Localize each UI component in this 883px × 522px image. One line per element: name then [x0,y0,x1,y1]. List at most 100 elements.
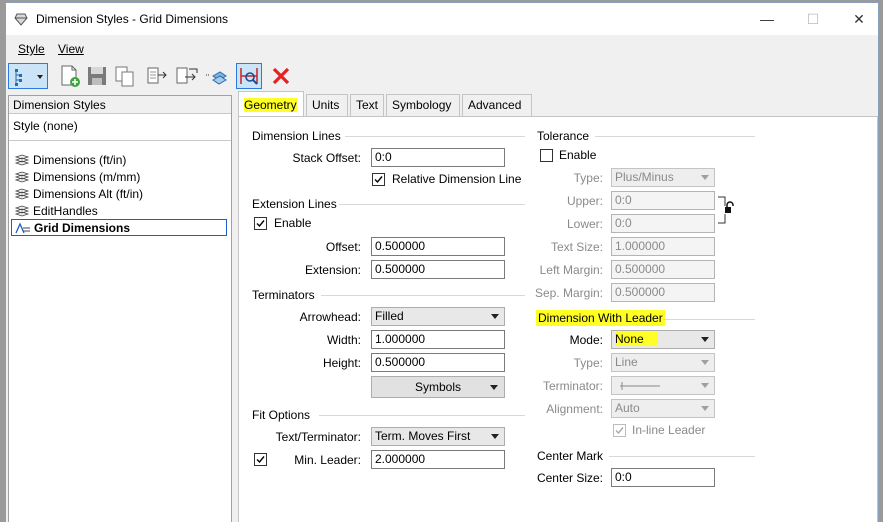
inline-leader-checkbox[interactable] [613,424,626,437]
tab-text[interactable]: Text [350,94,384,116]
sep-margin-label: Sep. Margin: [534,286,603,300]
inline-leader-label: In-line Leader [632,423,706,437]
relative-dimension-line-checkbox[interactable] [372,173,385,186]
arrowhead-value: Filled [375,309,404,323]
close-button[interactable]: ✕ [836,3,878,35]
upper-label: Upper: [566,194,603,208]
alignment-dropdown[interactable]: Auto [611,399,715,418]
extension-label: Extension: [304,263,361,277]
delete-style-button[interactable] [269,63,293,89]
extension-lines-enable-checkbox[interactable] [254,217,267,230]
offset-label: Offset: [325,240,361,254]
group-dimension-lines-title: Dimension Lines [252,129,341,143]
min-leader-input[interactable]: 2.000000 [371,450,505,469]
import-button[interactable] [204,63,228,89]
leader-type-dropdown[interactable]: Line [611,353,715,372]
tab-geometry-label: Geometry [244,98,297,112]
style-item-dimensions-m-mm[interactable]: Dimensions (m/mm) [11,169,227,186]
menu-style-label: Style [18,42,45,56]
text-size-input[interactable]: 1.000000 [611,237,715,256]
tolerance-enable-checkbox[interactable] [540,149,553,162]
tab-units[interactable]: Units [306,94,348,116]
style-item-dimensions-ft-in[interactable]: Dimensions (ft/in) [11,152,227,169]
style-item-label: Grid Dimensions [34,221,131,235]
style-item-edithandles[interactable]: EditHandles [11,203,227,220]
toolbar [6,61,878,93]
left-margin-label: Left Margin: [539,263,603,277]
left-margin-input[interactable]: 0.500000 [611,260,715,279]
dialog-window: Dimension Styles - Grid Dimensions — ☐ ✕… [5,2,879,522]
leader-type-value: Line [615,355,638,369]
tolerance-type-dropdown[interactable]: Plus/Minus [611,168,715,187]
export-button[interactable] [175,63,199,89]
pane-divider [9,140,231,141]
tree-view-button[interactable] [8,63,48,89]
import-icon [206,71,227,85]
minimize-icon: — [760,11,774,27]
copy-style-button[interactable] [113,63,137,89]
width-input[interactable]: 1.000000 [371,330,505,349]
arrowhead-dropdown[interactable]: Filled [371,307,505,326]
min-leader-label: Min. Leader: [294,453,361,467]
new-style-button[interactable] [58,63,82,89]
menu-style[interactable]: Style [18,42,45,56]
style-item-grid-dimensions[interactable]: Grid Dimensions [11,219,227,236]
maximize-icon: ☐ [806,11,820,27]
group-terminators-title: Terminators [252,288,315,302]
extension-input[interactable]: 0.500000 [371,260,505,279]
new-style-icon [61,65,80,87]
symbols-button[interactable]: Symbols [371,376,505,398]
lower-input[interactable]: 0:0 [611,214,715,233]
tab-advanced[interactable]: Advanced [462,94,532,116]
leader-mode-dropdown[interactable]: None [611,330,715,349]
text-terminator-label: Text/Terminator: [275,430,361,444]
style-settings-pane: Geometry Units Text Symbology Advanced D… [236,91,878,522]
min-leader-checkbox[interactable] [254,453,267,466]
checkmark-icon [256,220,265,228]
center-size-input[interactable]: 0:0 [611,468,715,487]
leader-mode-value: None [615,332,658,346]
style-item-label: EditHandles [33,204,98,218]
chevron-down-icon [701,175,709,180]
offset-input[interactable]: 0.500000 [371,237,505,256]
chevron-down-icon [701,360,709,365]
extension-lines-enable-label: Enable [274,216,312,230]
tab-symbology[interactable]: Symbology [386,94,460,116]
stack-offset-input[interactable]: 0:0 [371,148,505,167]
arrowhead-label: Arrowhead: [299,310,361,324]
tab-geometry[interactable]: Geometry [238,91,304,117]
text-terminator-dropdown[interactable]: Term. Moves First [371,427,505,446]
maximize-button[interactable]: ☐ [790,3,836,35]
tolerance-enable-label: Enable [559,148,597,162]
dimension-style-icon [14,154,30,166]
tab-strip: Geometry Units Text Symbology Advanced [236,91,878,117]
chevron-down-icon [701,337,709,342]
minimize-button[interactable]: — [744,3,790,35]
group-dimension-with-leader-title: Dimension With Leader [536,310,665,326]
group-divider [321,295,525,296]
lock-icon[interactable] [717,195,737,225]
group-divider [319,415,525,416]
leader-terminator-label: Terminator: [542,379,603,393]
upper-input[interactable]: 0:0 [611,191,715,210]
group-center-mark-title: Center Mark [537,449,604,463]
checkmark-icon [374,176,383,184]
match-element-button[interactable] [236,63,262,89]
width-label: Width: [326,333,361,347]
style-item-dimensions-alt[interactable]: Dimensions Alt (ft/in) [11,186,227,203]
tolerance-type-label: Type: [573,171,603,185]
sep-margin-input[interactable]: 0.500000 [611,283,715,302]
leader-mode-label: Mode: [569,333,603,347]
menu-view[interactable]: View [58,42,84,56]
dimension-style-icon [14,171,30,183]
chevron-down-icon [491,314,499,319]
style-item-label: Dimensions Alt (ft/in) [33,187,144,201]
leader-terminator-dropdown[interactable] [611,376,715,395]
style-list-pane: Dimension Styles Style (none) Dimensions… [8,95,232,522]
chevron-down-icon [490,385,498,390]
compare-button[interactable] [145,63,169,89]
title-bar: Dimension Styles - Grid Dimensions — ☐ ✕ [6,3,878,35]
save-style-button[interactable] [85,63,109,89]
tree-view-icon [15,69,43,86]
height-input[interactable]: 0.500000 [371,353,505,372]
